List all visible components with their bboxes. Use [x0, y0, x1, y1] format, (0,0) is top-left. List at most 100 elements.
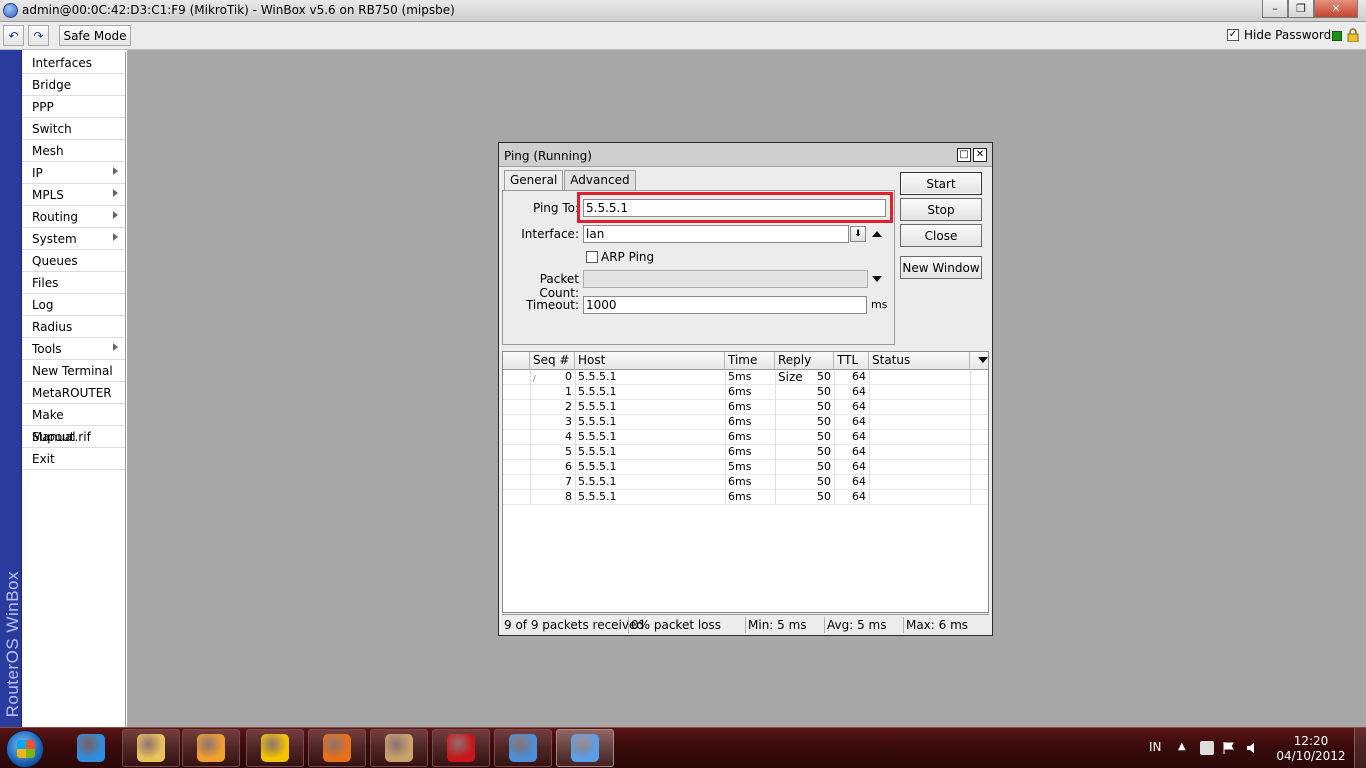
tab-advanced[interactable]: Advanced [564, 170, 636, 190]
firefox-icon [323, 734, 351, 762]
interface-select[interactable]: lan [583, 225, 849, 243]
sidebar-item-metarouter[interactable]: MetaROUTER [22, 382, 125, 404]
cell-status [869, 370, 970, 385]
ping-maximize-button[interactable]: □ [957, 148, 971, 162]
column-header-host[interactable]: Host [575, 352, 725, 370]
ping-window-titlebar[interactable]: Ping (Running) □ ✕ [499, 143, 992, 167]
cell-ttl: 64 [852, 430, 866, 443]
sidebar-item-switch[interactable]: Switch [22, 118, 125, 140]
sidebar-menu: Interfaces Bridge PPP Switch Mesh IP MPLS Routi… [22, 52, 126, 727]
language-indicator[interactable]: IN [1149, 740, 1162, 754]
undo-button[interactable]: ↶ [3, 25, 24, 46]
taskbar-acrobat-button[interactable] [432, 729, 490, 767]
taskbar-magnifier-button[interactable] [494, 729, 552, 767]
cell-host: 5.5.5.1 [578, 460, 617, 473]
sidebar-item-routing[interactable]: Routing [22, 206, 125, 228]
sidebar-item-label: MetaROUTER [32, 386, 112, 400]
sidebar-item-radius[interactable]: Radius [22, 316, 125, 338]
sidebar-item-tools[interactable]: Tools [22, 338, 125, 360]
brand-text: RouterOS WinBox [3, 570, 22, 717]
safe-mode-button[interactable]: Safe Mode [59, 25, 131, 46]
sidebar-item-label: Bridge [32, 78, 72, 92]
tab-general[interactable]: General [504, 170, 564, 191]
taskbar-file-explorer-button[interactable] [122, 729, 180, 767]
interface-dropdown-button[interactable]: ⬇ [850, 226, 866, 242]
clock-time: 12:20 [1293, 734, 1329, 748]
packet-count-field[interactable] [583, 270, 868, 288]
packet-count-expand-icon[interactable] [872, 276, 882, 282]
sidebar-item-label: Radius [32, 320, 73, 334]
hide-passwords-checkbox[interactable]: ✓ [1227, 29, 1239, 41]
lock-icon [1347, 28, 1359, 42]
redo-button[interactable]: ↷ [28, 25, 49, 46]
start-button[interactable] [6, 730, 44, 768]
sidebar-item-queues[interactable]: Queues [22, 250, 125, 272]
taskbar: IN ▲ 12:20 04/10/2012 [0, 727, 1366, 768]
taskbar-winbox-button[interactable] [556, 729, 614, 767]
timeout-field[interactable]: 1000 [583, 296, 867, 314]
show-desktop-button[interactable] [1354, 728, 1366, 768]
column-header-reply-size[interactable]: Reply Size [775, 352, 834, 384]
ping-status-bar: 9 of 9 packets received 0% packet loss M… [502, 614, 989, 633]
ping-results-table: Seq # / Host Time Reply Size TTL Status … [502, 351, 989, 613]
sidebar-item-bridge[interactable]: Bridge [22, 74, 125, 96]
sidebar-item-make-supout-rif[interactable]: Make Supout.rif [22, 404, 125, 444]
cell-status [869, 460, 970, 475]
cell-status [869, 445, 970, 460]
taskbar-firefox-button[interactable] [308, 729, 366, 767]
sidebar-item-label: Manual [32, 430, 76, 444]
column-menu-icon[interactable] [978, 357, 988, 363]
stop-button[interactable]: Stop [900, 198, 982, 221]
hide-passwords-label: Hide Passwords [1244, 28, 1338, 42]
volume-icon[interactable] [1246, 741, 1260, 755]
show-hidden-icons-icon[interactable]: ▲ [1178, 741, 1192, 755]
sidebar-item-log[interactable]: Log [22, 294, 125, 316]
start-button[interactable]: Start [900, 172, 982, 195]
cell-host: 5.5.5.1 [578, 415, 617, 428]
action-center-flag-icon[interactable] [1222, 741, 1236, 755]
column-header-status[interactable]: Status [869, 352, 970, 370]
cell-size: 50 [817, 460, 831, 473]
sidebar-item-manual[interactable]: Manual [22, 426, 125, 448]
minimize-button[interactable]: – [1262, 0, 1288, 18]
hide-passwords-toggle[interactable]: ✓ Hide Passwords [1227, 28, 1337, 42]
status-avg: Avg: 5 ms [824, 617, 903, 633]
close-window-button[interactable]: ✕ [1314, 0, 1358, 18]
column-header-time[interactable]: Time [725, 352, 775, 370]
sidebar-item-label: Queues [32, 254, 78, 268]
column-divider [970, 370, 971, 504]
cell-status [869, 415, 970, 430]
arp-ping-checkbox[interactable] [586, 251, 598, 263]
cell-time: 6ms [728, 490, 752, 503]
taskbar-clock[interactable]: 12:20 04/10/2012 [1276, 734, 1346, 764]
sidebar-item-exit[interactable]: Exit [22, 448, 125, 470]
sidebar-item-files[interactable]: Files [22, 272, 125, 294]
cell-host: 5.5.5.1 [578, 445, 617, 458]
sidebar-item-new-terminal[interactable]: New Terminal [22, 360, 125, 382]
cell-time: 5ms [728, 370, 752, 383]
taskbar-paint-button[interactable] [370, 729, 428, 767]
sidebar-item-ppp[interactable]: PPP [22, 96, 125, 118]
close-button[interactable]: Close [900, 224, 982, 247]
taskbar-podcast-button[interactable] [246, 729, 304, 767]
new-window-button[interactable]: New Window [900, 256, 982, 279]
cell-host: 5.5.5.1 [578, 475, 617, 488]
cell-seq: 6 [565, 460, 572, 473]
ping-to-highlight [577, 192, 893, 223]
sidebar-item-interfaces[interactable]: Interfaces [22, 52, 125, 74]
sidebar-item-mpls[interactable]: MPLS [22, 184, 125, 206]
column-seq-label: Seq # [533, 353, 570, 367]
taskbar-media-player-button[interactable] [182, 729, 240, 767]
interface-collapse-icon[interactable] [872, 231, 882, 237]
sidebar-item-system[interactable]: System [22, 228, 125, 250]
sidebar-item-ip[interactable]: IP [22, 162, 125, 184]
cell-size: 50 [817, 430, 831, 443]
sidebar-item-mesh[interactable]: Mesh [22, 140, 125, 162]
redo-icon: ↷ [33, 28, 44, 43]
network-icon[interactable] [1200, 741, 1214, 755]
taskbar-internet-explorer-button[interactable] [62, 729, 120, 767]
maximize-button[interactable]: ❐ [1288, 0, 1314, 18]
column-header-ttl[interactable]: TTL [834, 352, 869, 370]
column-header-seq[interactable]: Seq # / [530, 352, 575, 383]
ping-close-button[interactable]: ✕ [973, 148, 987, 162]
